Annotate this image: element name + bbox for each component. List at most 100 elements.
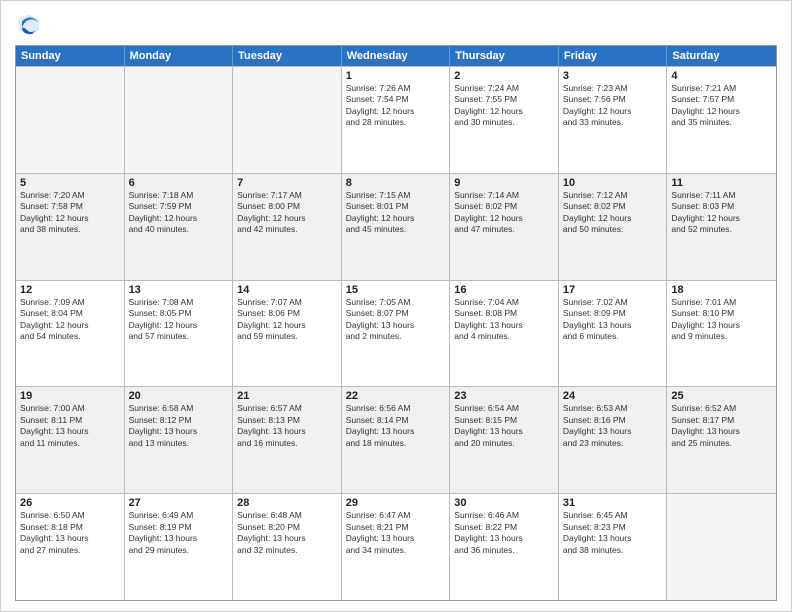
weekday-header-monday: Monday	[125, 46, 234, 66]
calendar-cell-r0-c3: 1Sunrise: 7:26 AMSunset: 7:54 PMDaylight…	[342, 67, 451, 173]
day-number: 18	[671, 284, 772, 296]
calendar-cell-r2-c3: 15Sunrise: 7:05 AMSunset: 8:07 PMDayligh…	[342, 281, 451, 387]
day-info: Sunrise: 6:45 AMSunset: 8:23 PMDaylight:…	[563, 510, 663, 556]
calendar-cell-r3-c6: 25Sunrise: 6:52 AMSunset: 8:17 PMDayligh…	[667, 387, 776, 493]
day-number: 4	[671, 70, 772, 82]
day-info: Sunrise: 7:23 AMSunset: 7:56 PMDaylight:…	[563, 83, 663, 129]
day-info: Sunrise: 7:14 AMSunset: 8:02 PMDaylight:…	[454, 190, 554, 236]
calendar-cell-r0-c4: 2Sunrise: 7:24 AMSunset: 7:55 PMDaylight…	[450, 67, 559, 173]
day-number: 26	[20, 497, 120, 509]
day-info: Sunrise: 7:20 AMSunset: 7:58 PMDaylight:…	[20, 190, 120, 236]
calendar-cell-r2-c0: 12Sunrise: 7:09 AMSunset: 8:04 PMDayligh…	[16, 281, 125, 387]
day-number: 14	[237, 284, 337, 296]
calendar-cell-r0-c1	[125, 67, 234, 173]
calendar-header: SundayMondayTuesdayWednesdayThursdayFrid…	[16, 46, 776, 66]
day-number: 28	[237, 497, 337, 509]
day-number: 1	[346, 70, 446, 82]
day-info: Sunrise: 7:08 AMSunset: 8:05 PMDaylight:…	[129, 297, 229, 343]
day-info: Sunrise: 7:17 AMSunset: 8:00 PMDaylight:…	[237, 190, 337, 236]
day-number: 9	[454, 177, 554, 189]
day-info: Sunrise: 7:07 AMSunset: 8:06 PMDaylight:…	[237, 297, 337, 343]
calendar-cell-r4-c2: 28Sunrise: 6:48 AMSunset: 8:20 PMDayligh…	[233, 494, 342, 600]
day-info: Sunrise: 7:04 AMSunset: 8:08 PMDaylight:…	[454, 297, 554, 343]
calendar-cell-r2-c6: 18Sunrise: 7:01 AMSunset: 8:10 PMDayligh…	[667, 281, 776, 387]
calendar-cell-r1-c3: 8Sunrise: 7:15 AMSunset: 8:01 PMDaylight…	[342, 174, 451, 280]
day-info: Sunrise: 6:46 AMSunset: 8:22 PMDaylight:…	[454, 510, 554, 556]
calendar-cell-r3-c2: 21Sunrise: 6:57 AMSunset: 8:13 PMDayligh…	[233, 387, 342, 493]
day-info: Sunrise: 6:56 AMSunset: 8:14 PMDaylight:…	[346, 403, 446, 449]
day-number: 17	[563, 284, 663, 296]
calendar-cell-r2-c5: 17Sunrise: 7:02 AMSunset: 8:09 PMDayligh…	[559, 281, 668, 387]
calendar-cell-r4-c0: 26Sunrise: 6:50 AMSunset: 8:18 PMDayligh…	[16, 494, 125, 600]
day-info: Sunrise: 7:12 AMSunset: 8:02 PMDaylight:…	[563, 190, 663, 236]
calendar-row-3: 19Sunrise: 7:00 AMSunset: 8:11 PMDayligh…	[16, 386, 776, 493]
calendar-cell-r1-c0: 5Sunrise: 7:20 AMSunset: 7:58 PMDaylight…	[16, 174, 125, 280]
day-info: Sunrise: 7:02 AMSunset: 8:09 PMDaylight:…	[563, 297, 663, 343]
day-number: 11	[671, 177, 772, 189]
calendar-cell-r0-c0	[16, 67, 125, 173]
calendar-cell-r4-c1: 27Sunrise: 6:49 AMSunset: 8:19 PMDayligh…	[125, 494, 234, 600]
day-number: 27	[129, 497, 229, 509]
weekday-header-friday: Friday	[559, 46, 668, 66]
calendar-cell-r3-c4: 23Sunrise: 6:54 AMSunset: 8:15 PMDayligh…	[450, 387, 559, 493]
day-number: 10	[563, 177, 663, 189]
day-info: Sunrise: 7:11 AMSunset: 8:03 PMDaylight:…	[671, 190, 772, 236]
day-info: Sunrise: 6:49 AMSunset: 8:19 PMDaylight:…	[129, 510, 229, 556]
weekday-header-saturday: Saturday	[667, 46, 776, 66]
day-info: Sunrise: 7:01 AMSunset: 8:10 PMDaylight:…	[671, 297, 772, 343]
calendar-cell-r0-c2	[233, 67, 342, 173]
day-number: 19	[20, 390, 120, 402]
weekday-header-tuesday: Tuesday	[233, 46, 342, 66]
calendar-cell-r0-c6: 4Sunrise: 7:21 AMSunset: 7:57 PMDaylight…	[667, 67, 776, 173]
calendar-cell-r4-c5: 31Sunrise: 6:45 AMSunset: 8:23 PMDayligh…	[559, 494, 668, 600]
day-number: 30	[454, 497, 554, 509]
calendar-body: 1Sunrise: 7:26 AMSunset: 7:54 PMDaylight…	[16, 66, 776, 600]
weekday-header-thursday: Thursday	[450, 46, 559, 66]
day-number: 16	[454, 284, 554, 296]
day-info: Sunrise: 7:18 AMSunset: 7:59 PMDaylight:…	[129, 190, 229, 236]
calendar-cell-r2-c4: 16Sunrise: 7:04 AMSunset: 8:08 PMDayligh…	[450, 281, 559, 387]
weekday-header-wednesday: Wednesday	[342, 46, 451, 66]
header	[15, 11, 777, 39]
day-info: Sunrise: 7:00 AMSunset: 8:11 PMDaylight:…	[20, 403, 120, 449]
calendar-cell-r2-c1: 13Sunrise: 7:08 AMSunset: 8:05 PMDayligh…	[125, 281, 234, 387]
day-info: Sunrise: 6:57 AMSunset: 8:13 PMDaylight:…	[237, 403, 337, 449]
logo	[15, 11, 47, 39]
day-info: Sunrise: 7:05 AMSunset: 8:07 PMDaylight:…	[346, 297, 446, 343]
day-info: Sunrise: 7:09 AMSunset: 8:04 PMDaylight:…	[20, 297, 120, 343]
calendar-cell-r1-c6: 11Sunrise: 7:11 AMSunset: 8:03 PMDayligh…	[667, 174, 776, 280]
day-number: 8	[346, 177, 446, 189]
logo-icon	[15, 11, 43, 39]
day-number: 2	[454, 70, 554, 82]
calendar-cell-r4-c4: 30Sunrise: 6:46 AMSunset: 8:22 PMDayligh…	[450, 494, 559, 600]
calendar-cell-r2-c2: 14Sunrise: 7:07 AMSunset: 8:06 PMDayligh…	[233, 281, 342, 387]
calendar-cell-r4-c3: 29Sunrise: 6:47 AMSunset: 8:21 PMDayligh…	[342, 494, 451, 600]
weekday-header-sunday: Sunday	[16, 46, 125, 66]
day-info: Sunrise: 6:54 AMSunset: 8:15 PMDaylight:…	[454, 403, 554, 449]
day-info: Sunrise: 6:53 AMSunset: 8:16 PMDaylight:…	[563, 403, 663, 449]
day-info: Sunrise: 7:15 AMSunset: 8:01 PMDaylight:…	[346, 190, 446, 236]
day-number: 15	[346, 284, 446, 296]
calendar: SundayMondayTuesdayWednesdayThursdayFrid…	[15, 45, 777, 601]
day-info: Sunrise: 6:50 AMSunset: 8:18 PMDaylight:…	[20, 510, 120, 556]
day-info: Sunrise: 6:58 AMSunset: 8:12 PMDaylight:…	[129, 403, 229, 449]
day-info: Sunrise: 7:26 AMSunset: 7:54 PMDaylight:…	[346, 83, 446, 129]
calendar-cell-r3-c0: 19Sunrise: 7:00 AMSunset: 8:11 PMDayligh…	[16, 387, 125, 493]
day-info: Sunrise: 6:48 AMSunset: 8:20 PMDaylight:…	[237, 510, 337, 556]
day-number: 5	[20, 177, 120, 189]
calendar-cell-r3-c1: 20Sunrise: 6:58 AMSunset: 8:12 PMDayligh…	[125, 387, 234, 493]
day-info: Sunrise: 6:52 AMSunset: 8:17 PMDaylight:…	[671, 403, 772, 449]
calendar-row-1: 5Sunrise: 7:20 AMSunset: 7:58 PMDaylight…	[16, 173, 776, 280]
day-number: 20	[129, 390, 229, 402]
calendar-cell-r1-c1: 6Sunrise: 7:18 AMSunset: 7:59 PMDaylight…	[125, 174, 234, 280]
calendar-cell-r1-c2: 7Sunrise: 7:17 AMSunset: 8:00 PMDaylight…	[233, 174, 342, 280]
calendar-row-2: 12Sunrise: 7:09 AMSunset: 8:04 PMDayligh…	[16, 280, 776, 387]
calendar-cell-r1-c5: 10Sunrise: 7:12 AMSunset: 8:02 PMDayligh…	[559, 174, 668, 280]
day-number: 23	[454, 390, 554, 402]
calendar-row-0: 1Sunrise: 7:26 AMSunset: 7:54 PMDaylight…	[16, 66, 776, 173]
day-number: 12	[20, 284, 120, 296]
calendar-cell-r3-c5: 24Sunrise: 6:53 AMSunset: 8:16 PMDayligh…	[559, 387, 668, 493]
day-info: Sunrise: 7:24 AMSunset: 7:55 PMDaylight:…	[454, 83, 554, 129]
day-number: 3	[563, 70, 663, 82]
day-number: 6	[129, 177, 229, 189]
